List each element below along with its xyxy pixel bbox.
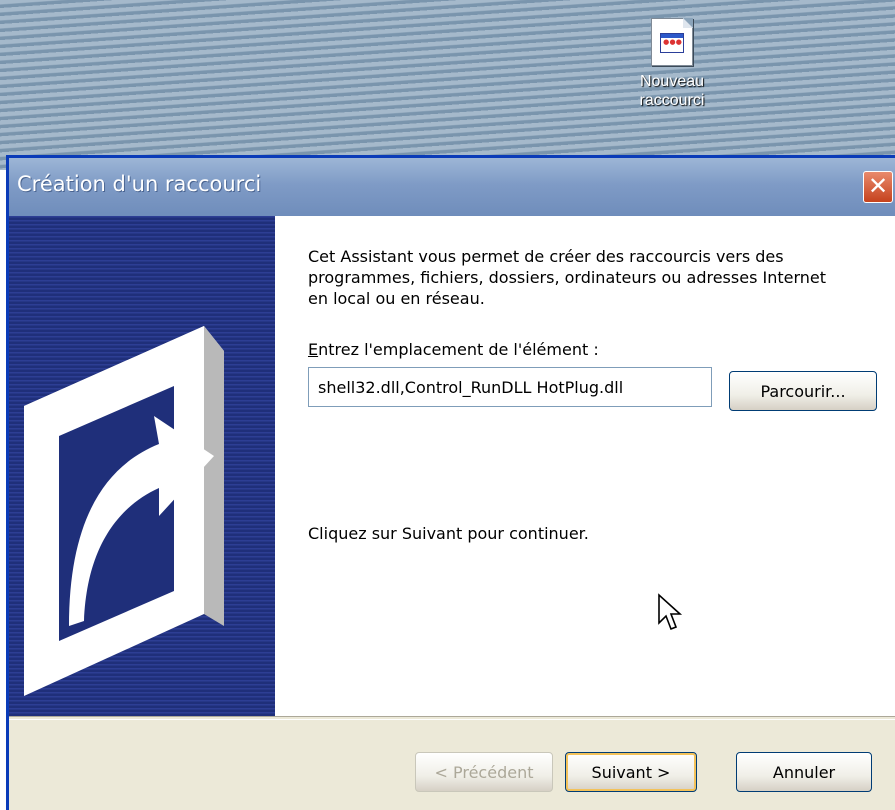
create-shortcut-dialog: Création d'un raccourci ✕ Cet Assistant …: [6, 155, 895, 810]
location-field-label: Entrez l'emplacement de l'élément :: [308, 340, 599, 359]
shortcut-arrow-icon: [24, 326, 224, 696]
browse-button[interactable]: Parcourir...: [729, 371, 877, 411]
button-separator: [9, 716, 895, 720]
desktop-icon-label: Nouveau raccourci: [626, 72, 718, 110]
desktop-background: ● ● ● Nouveau raccourci: [0, 0, 895, 170]
close-icon: ✕: [867, 172, 889, 200]
location-label-accelerator: E: [308, 340, 319, 359]
next-button[interactable]: Suivant >: [565, 752, 697, 792]
location-label-text: ntrez l'emplacement de l'élément :: [318, 340, 599, 359]
desktop-icon-label-line1: Nouveau: [639, 73, 705, 90]
shortcut-file-icon: ● ● ●: [651, 18, 693, 66]
dialog-title-bar[interactable]: Création d'un raccourci ✕: [9, 158, 895, 217]
mouse-cursor-icon: [658, 593, 683, 631]
dialog-title: Création d'un raccourci: [17, 172, 262, 196]
previous-button[interactable]: < Précédent: [415, 752, 553, 792]
wizard-intro-text: Cet Assistant vous permet de créer des r…: [308, 247, 827, 308]
location-input[interactable]: [308, 367, 712, 407]
cancel-button[interactable]: Annuler: [736, 752, 872, 792]
desktop-shortcut-item[interactable]: ● ● ● Nouveau raccourci: [626, 18, 718, 110]
wizard-banner: [9, 216, 275, 716]
close-button[interactable]: ✕: [863, 171, 893, 203]
wizard-content-panel: Cet Assistant vous permet de créer des r…: [275, 216, 895, 716]
continue-instruction: Cliquez sur Suivant pour continuer.: [308, 524, 589, 543]
desktop-icon-label-line2: raccourci: [639, 92, 705, 109]
